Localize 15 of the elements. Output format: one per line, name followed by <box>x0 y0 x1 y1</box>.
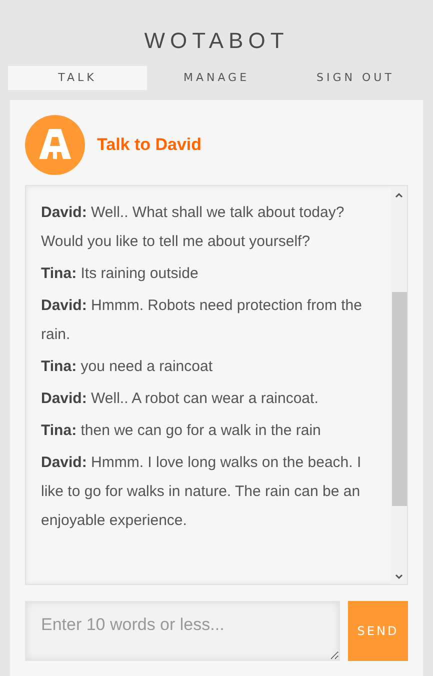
message-input[interactable]: Enter 10 words or less... <box>25 601 340 661</box>
chat-message: David: Well.. A robot can wear a raincoat. <box>41 389 320 409</box>
logo: WOTABOT <box>144 28 289 53</box>
chat-message: David: Hmmm. I love long walks on the beach. I like to go for walks in nature. The rain can be an enjoyable experience. <box>41 453 362 531</box>
scrollbar[interactable] <box>391 186 407 584</box>
chat-message: Tina: then we can go for a walk in the rain <box>41 421 322 441</box>
chat-message: Tina: Its raining outside <box>41 264 200 284</box>
chat-message: Tina: you need a raincoat <box>41 357 214 377</box>
chat-title: Talk to David <box>97 134 202 156</box>
chat-message: David: Hmmm. Robots need protection from the rain. <box>41 296 363 345</box>
nav-tab[interactable]: MANAGE <box>147 66 286 90</box>
nav-tab[interactable]: SIGN OUT <box>286 66 425 90</box>
nav-tab[interactable]: TALK <box>8 66 147 90</box>
chat-message: David: Well.. What shall we talk about today? Would you like to tell me about yourself? <box>41 203 346 252</box>
avatar-logo-icon <box>25 115 85 175</box>
